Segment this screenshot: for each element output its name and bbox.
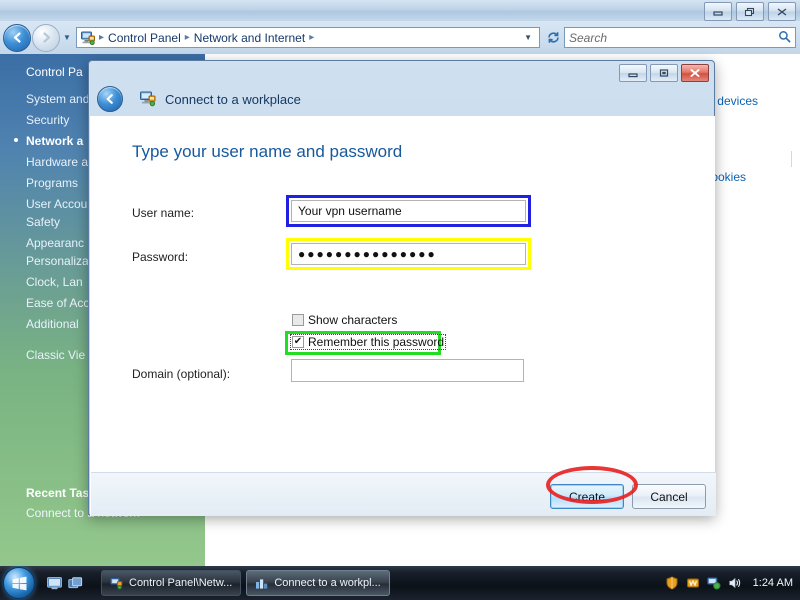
taskbar-button-label: Control Panel\Netw...	[129, 577, 233, 589]
show-desktop-icon[interactable]	[47, 576, 62, 590]
start-button[interactable]	[3, 567, 35, 599]
search-placeholder: Search	[569, 30, 608, 45]
taskbar-button-connect-to-a-workplace[interactable]: Connect to a workpl...	[246, 570, 390, 596]
minimize-button[interactable]	[704, 2, 732, 21]
close-button[interactable]	[768, 2, 796, 21]
refresh-icon[interactable]	[542, 27, 564, 48]
dialog-close-button[interactable]	[681, 64, 709, 82]
password-input[interactable]: ●●●●●●●●●●●●●●●	[291, 243, 526, 265]
taskbar-button-control-panel[interactable]: Control Panel\Netw...	[101, 570, 242, 596]
dialog-header-row: Connect to a workplace	[89, 83, 714, 115]
taskbar: Control Panel\Netw... Connect to a workp…	[0, 566, 800, 600]
dialog-heading: Type your user name and password	[132, 142, 403, 161]
remember-password-checkbox[interactable]: ✔	[292, 336, 304, 348]
dialog-window-controls	[619, 64, 709, 82]
explorer-window-controls	[704, 2, 796, 21]
cancel-button[interactable]: Cancel	[632, 484, 706, 509]
dialog-minimize-button[interactable]	[619, 64, 647, 82]
domain-label: Domain (optional):	[132, 367, 231, 381]
switch-windows-icon[interactable]	[68, 576, 83, 590]
dialog-content: Type your user name and password User na…	[90, 116, 716, 516]
flag-icon[interactable]	[686, 576, 700, 590]
shield-icon[interactable]	[665, 576, 679, 590]
explorer-titlebar	[0, 0, 800, 21]
domain-input[interactable]	[291, 359, 524, 382]
show-characters-label: Show characters	[308, 313, 398, 327]
search-icon	[778, 30, 791, 46]
dialog-title: Connect to a workplace	[165, 91, 301, 107]
back-button[interactable]	[3, 23, 31, 52]
dialog-titlebar	[89, 61, 714, 83]
breadcrumb-separator: ▸	[99, 32, 105, 43]
password-value: ●●●●●●●●●●●●●●●	[298, 247, 437, 261]
username-input[interactable]: Your vpn username	[291, 200, 526, 222]
content-divider	[791, 151, 792, 167]
connection-icon	[255, 577, 268, 590]
dialog-restore-button[interactable]	[650, 64, 678, 82]
network-computer-icon	[110, 577, 123, 590]
taskbar-buttons: Control Panel\Netw... Connect to a workp…	[101, 570, 390, 596]
clock[interactable]: 1:24 AM	[753, 577, 793, 589]
network-computer-icon	[80, 30, 96, 46]
address-dropdown-icon[interactable]: ▼	[520, 33, 536, 42]
check-icon: ✔	[293, 336, 303, 347]
remember-password-label: Remember this password	[308, 335, 445, 349]
breadcrumb-control-panel[interactable]: Control Panel	[105, 31, 184, 45]
breadcrumb-network-and-internet[interactable]: Network and Internet	[191, 31, 308, 45]
volume-icon[interactable]	[728, 576, 742, 590]
network-icon[interactable]	[706, 576, 721, 590]
show-characters-checkbox-row[interactable]: Show characters	[292, 313, 397, 327]
restore-button[interactable]	[736, 2, 764, 21]
username-value: Your vpn username	[298, 204, 402, 218]
create-button-annotation-ellipse	[546, 466, 638, 504]
remember-password-checkbox-row[interactable]: ✔ Remember this password	[289, 334, 447, 350]
breadcrumb-separator: ▸	[184, 32, 190, 43]
forward-button[interactable]	[32, 23, 60, 52]
taskbar-button-label: Connect to a workpl...	[274, 577, 381, 589]
address-bar-row: ▼ ▸ Control Panel ▸ Network and Internet…	[0, 21, 800, 54]
connect-to-a-workplace-dialog: Connect to a workplace Type your user na…	[88, 60, 716, 516]
breadcrumb-separator: ▸	[309, 32, 315, 43]
system-tray: 1:24 AM	[665, 576, 793, 590]
username-label: User name:	[132, 206, 195, 220]
search-input[interactable]: Search	[564, 27, 796, 48]
show-characters-checkbox[interactable]	[292, 314, 304, 326]
network-connection-icon	[139, 90, 157, 108]
password-label: Password:	[132, 250, 189, 264]
address-bar[interactable]: ▸ Control Panel ▸ Network and Internet ▸…	[76, 27, 540, 48]
quick-launch-bar	[47, 576, 83, 590]
dialog-back-button[interactable]	[97, 86, 123, 112]
chevron-down-icon[interactable]: ▼	[60, 33, 74, 42]
